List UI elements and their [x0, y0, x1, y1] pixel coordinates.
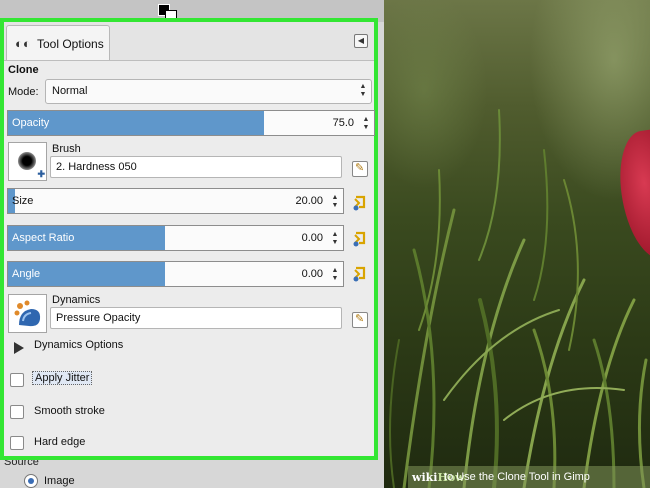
size-slider[interactable]: Size 20.00 ▲ ▼ [7, 188, 344, 214]
brush-edit-icon[interactable]: ✎ [352, 161, 368, 177]
aspect-ratio-spin-icon[interactable]: ▲ ▼ [331, 231, 339, 247]
watermark-title: to Use the Clone Tool in Gimp [444, 471, 590, 483]
aspect-ratio-slider[interactable]: Aspect Ratio 0.00 ▲ ▼ [7, 225, 344, 251]
brush-preview-button[interactable]: ✚ [8, 142, 47, 181]
aspect-ratio-label: Aspect Ratio [12, 232, 75, 244]
mode-label: Mode: [8, 86, 39, 98]
mode-select-arrows-icon: ▲ ▼ [359, 83, 367, 98]
size-label: Size [12, 195, 34, 207]
opacity-label: Opacity [12, 117, 50, 129]
angle-slider[interactable]: Angle 0.00 ▲ ▼ [7, 261, 344, 287]
grass-illustration [389, 109, 648, 488]
aspect-ratio-reset-icon[interactable] [351, 230, 369, 248]
tool-options-dialog: ◐◐ Tool Options ◀ Clone Mode: Normal ▲ ▼ … [0, 18, 378, 460]
smooth-stroke-label[interactable]: Smooth stroke [34, 405, 105, 417]
aspect-ratio-value: 0.00 [301, 232, 323, 244]
brush-shape-icon [18, 152, 36, 170]
hard-edge-checkbox[interactable] [10, 436, 24, 450]
mode-value: Normal [52, 85, 88, 97]
tab-tool-options[interactable]: ◐◐ Tool Options [6, 25, 110, 60]
hard-edge-label[interactable]: Hard edge [34, 436, 85, 448]
tool-options-icon: ◐◐ [15, 36, 31, 51]
size-spin-icon[interactable]: ▲ ▼ [331, 194, 339, 210]
angle-label: Angle [12, 268, 41, 280]
tab-label: Tool Options [37, 37, 104, 51]
brush-name-value: 2. Hardness 050 [56, 161, 137, 173]
angle-reset-icon[interactable] [351, 265, 369, 283]
angle-value: 0.00 [301, 268, 323, 280]
source-image-radio-label: Image [44, 475, 75, 487]
brush-label: Brush [52, 143, 81, 155]
source-image-radio[interactable] [24, 474, 38, 488]
logo-wiki: wiki [412, 471, 438, 484]
opacity-slider[interactable]: Opacity 75.0 ▲ ▼ [7, 110, 375, 136]
opacity-spin-icon[interactable]: ▲ ▼ [362, 116, 370, 132]
dynamics-options-expander[interactable]: Dynamics Options [34, 339, 123, 351]
dock-tab-bar: ◐◐ Tool Options ◀ [4, 22, 374, 61]
apply-jitter-checkbox[interactable] [10, 373, 24, 387]
expander-arrow-icon[interactable] [14, 342, 24, 354]
dynamics-preview-button[interactable] [8, 294, 47, 333]
brush-plus-icon: ✚ [37, 169, 45, 179]
apply-jitter-label[interactable]: Apply Jitter [32, 371, 93, 385]
opacity-value: 75.0 [332, 117, 354, 129]
dynamics-label: Dynamics [52, 294, 101, 306]
angle-spin-icon[interactable]: ▲ ▼ [331, 267, 339, 283]
dynamics-edit-icon[interactable]: ✎ [352, 312, 368, 328]
dynamics-name-field[interactable]: Pressure Opacity [50, 307, 342, 329]
dynamics-icon [14, 300, 41, 327]
size-value: 20.00 [295, 195, 323, 207]
mode-select[interactable]: Normal ▲ ▼ [45, 79, 372, 104]
wikihow-watermark: wikiHow to Use the Clone Tool in Gimp [408, 466, 650, 488]
tool-name-heading: Clone [8, 64, 39, 76]
dynamics-name-value: Pressure Opacity [56, 312, 141, 324]
brush-name-field[interactable]: 2. Hardness 050 [50, 156, 342, 178]
size-reset-icon[interactable] [351, 194, 369, 212]
collapse-icon[interactable]: ◀ [354, 34, 368, 48]
image-canvas[interactable] [384, 0, 650, 488]
smooth-stroke-checkbox[interactable] [10, 405, 24, 419]
